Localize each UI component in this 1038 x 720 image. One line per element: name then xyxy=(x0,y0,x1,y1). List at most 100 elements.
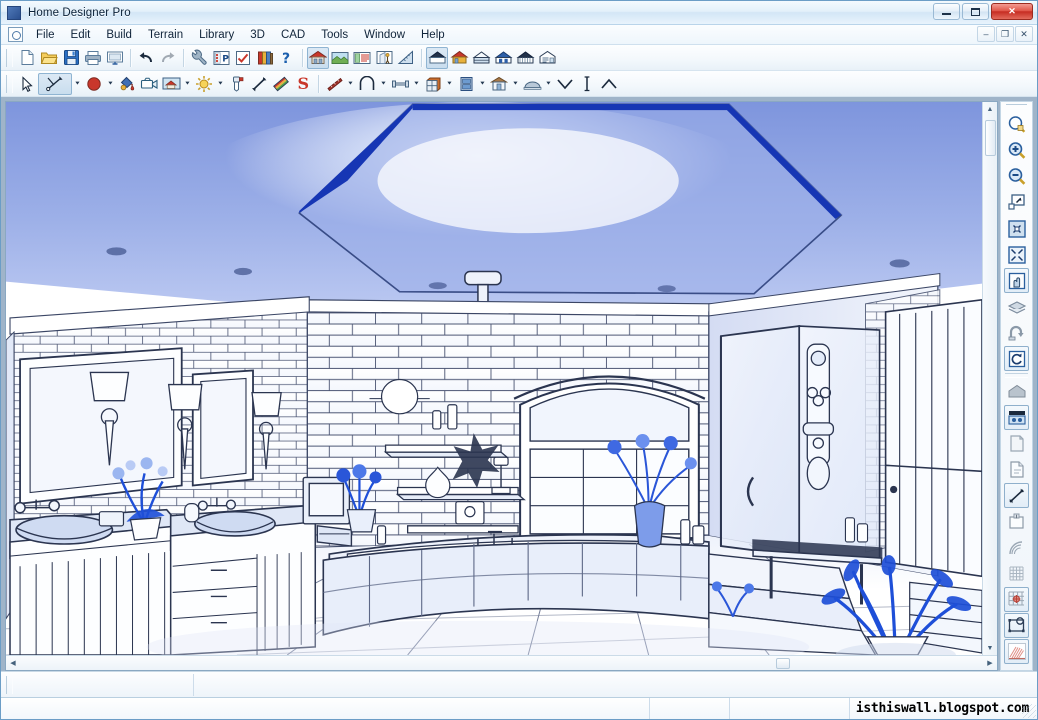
eyedropper-button[interactable] xyxy=(226,73,248,95)
framing-button[interactable] xyxy=(514,47,536,69)
arc-tool-button[interactable] xyxy=(1004,535,1029,560)
gable-button[interactable] xyxy=(598,73,620,95)
3d-viewport[interactable] xyxy=(6,102,982,655)
terrain-view-button[interactable] xyxy=(329,47,351,69)
undo-button[interactable] xyxy=(135,47,157,69)
viewport-vertical-scrollbar[interactable]: ▲ ▼ xyxy=(982,102,997,655)
wall-tools-button[interactable] xyxy=(323,73,345,95)
railing-button[interactable] xyxy=(356,73,378,95)
full-overview-dropdown-caret[interactable] xyxy=(182,73,193,95)
fill-window-button[interactable] xyxy=(1004,190,1029,215)
rainbow-button[interactable] xyxy=(270,73,292,95)
cabinet-dropdown-caret[interactable] xyxy=(444,73,455,95)
menu-item-cad[interactable]: CAD xyxy=(273,27,313,43)
material-list-button[interactable] xyxy=(351,47,373,69)
new-plan-button[interactable] xyxy=(16,47,38,69)
next-floor-button[interactable] xyxy=(1004,320,1029,345)
print-preview-button[interactable] xyxy=(104,47,126,69)
line-style-button[interactable] xyxy=(1004,483,1029,508)
maximize-button[interactable] xyxy=(962,3,989,20)
redo-button[interactable] xyxy=(157,47,179,69)
zoom-in-button[interactable] xyxy=(1004,138,1029,163)
scroll-up-arrow[interactable]: ▲ xyxy=(983,102,998,116)
scroll-down-arrow[interactable]: ▼ xyxy=(983,641,998,655)
zoom-window-button[interactable] xyxy=(1004,112,1029,137)
wall-tools-dropdown-caret[interactable] xyxy=(345,73,356,95)
menu-item-tools[interactable]: Tools xyxy=(313,27,356,43)
house-view-button[interactable] xyxy=(307,47,329,69)
elevation-button[interactable] xyxy=(470,47,492,69)
beam-dropdown-caret[interactable] xyxy=(411,73,422,95)
cad-line-button[interactable] xyxy=(38,73,72,95)
previous-floor-button[interactable] xyxy=(1004,294,1029,319)
menu-item-build[interactable]: Build xyxy=(98,27,140,43)
library-browser-button[interactable] xyxy=(254,47,276,69)
menu-item-file[interactable]: File xyxy=(28,27,63,43)
insert-object-button[interactable] xyxy=(1004,509,1029,534)
menu-item-terrain[interactable]: Terrain xyxy=(140,27,191,43)
fill-color-button[interactable] xyxy=(83,73,105,95)
preferences-button[interactable] xyxy=(188,47,210,69)
toolbar-grip[interactable] xyxy=(6,49,13,67)
v-scroll-thumb[interactable] xyxy=(985,120,996,156)
window-button[interactable] xyxy=(488,73,510,95)
palette-grip[interactable] xyxy=(1006,104,1027,110)
lowerbar-cell-1[interactable] xyxy=(16,674,194,696)
floor-overview-button[interactable] xyxy=(536,47,558,69)
refresh-display-button[interactable] xyxy=(1004,346,1029,371)
zoom-extents-button[interactable] xyxy=(1004,242,1029,267)
section-button[interactable] xyxy=(492,47,514,69)
display-options-button[interactable] xyxy=(232,47,254,69)
minimize-button[interactable] xyxy=(933,3,960,20)
help-button[interactable]: ? xyxy=(276,47,298,69)
viewport-horizontal-scrollbar[interactable]: ◀ ▶ xyxy=(6,655,997,670)
house-red-button[interactable] xyxy=(448,47,470,69)
grid-snap-button[interactable] xyxy=(1004,561,1029,586)
valley-button[interactable] xyxy=(554,73,576,95)
angle-snap-button[interactable] xyxy=(1004,613,1029,638)
light-spray-button[interactable] xyxy=(1004,639,1029,664)
lowerbar-grip[interactable] xyxy=(6,676,13,694)
reference-display-button[interactable] xyxy=(1004,379,1029,404)
select-objects-button[interactable] xyxy=(16,73,38,95)
menu-item-edit[interactable]: Edit xyxy=(63,27,99,43)
mdi-minimize-button[interactable]: – xyxy=(977,26,995,42)
glass-house-button[interactable] xyxy=(1004,405,1029,430)
object-snap-button[interactable] xyxy=(1004,587,1029,612)
print-button[interactable] xyxy=(82,47,104,69)
full-overview-button[interactable] xyxy=(160,73,182,95)
ruler-tape-button[interactable] xyxy=(248,73,270,95)
dimension-button[interactable] xyxy=(395,47,417,69)
menu-item-library[interactable]: Library xyxy=(191,27,242,43)
menu-item-window[interactable]: Window xyxy=(356,27,413,43)
resize-grip[interactable] xyxy=(1022,704,1036,718)
page-setup-button[interactable] xyxy=(1004,431,1029,456)
open-plan-button[interactable] xyxy=(38,47,60,69)
dome-dropdown-caret[interactable] xyxy=(543,73,554,95)
close-button[interactable]: ✕ xyxy=(991,3,1033,20)
door-dropdown-caret[interactable] xyxy=(477,73,488,95)
sun-lighting-dropdown-caret[interactable] xyxy=(215,73,226,95)
menu-item-help[interactable]: Help xyxy=(413,27,453,43)
save-plan-button[interactable] xyxy=(60,47,82,69)
toolbar-grip[interactable] xyxy=(6,75,13,93)
lowerbar-cell-2[interactable] xyxy=(194,674,1037,696)
h-scroll-thumb[interactable] xyxy=(776,658,790,669)
railing-dropdown-caret[interactable] xyxy=(378,73,389,95)
orbit-camera-button[interactable] xyxy=(1004,268,1029,293)
scroll-right-arrow[interactable]: ▶ xyxy=(983,656,997,671)
zoom-out-button[interactable] xyxy=(1004,164,1029,189)
page-corner-button[interactable] xyxy=(1004,457,1029,482)
walkthrough-button[interactable] xyxy=(373,47,395,69)
plan-defaults-button[interactable]: P xyxy=(210,47,232,69)
roof-plain-button[interactable] xyxy=(426,47,448,69)
dome-roof-button[interactable] xyxy=(521,73,543,95)
scroll-left-arrow[interactable]: ◀ xyxy=(6,656,20,671)
plumb-line-button[interactable] xyxy=(576,73,598,95)
document-system-icon[interactable] xyxy=(8,27,23,42)
sun-lighting-button[interactable] xyxy=(193,73,215,95)
camera-button[interactable] xyxy=(138,73,160,95)
window-dropdown-caret[interactable] xyxy=(510,73,521,95)
mdi-restore-button[interactable]: ❐ xyxy=(996,26,1014,42)
mdi-close-button[interactable]: ✕ xyxy=(1015,26,1033,42)
